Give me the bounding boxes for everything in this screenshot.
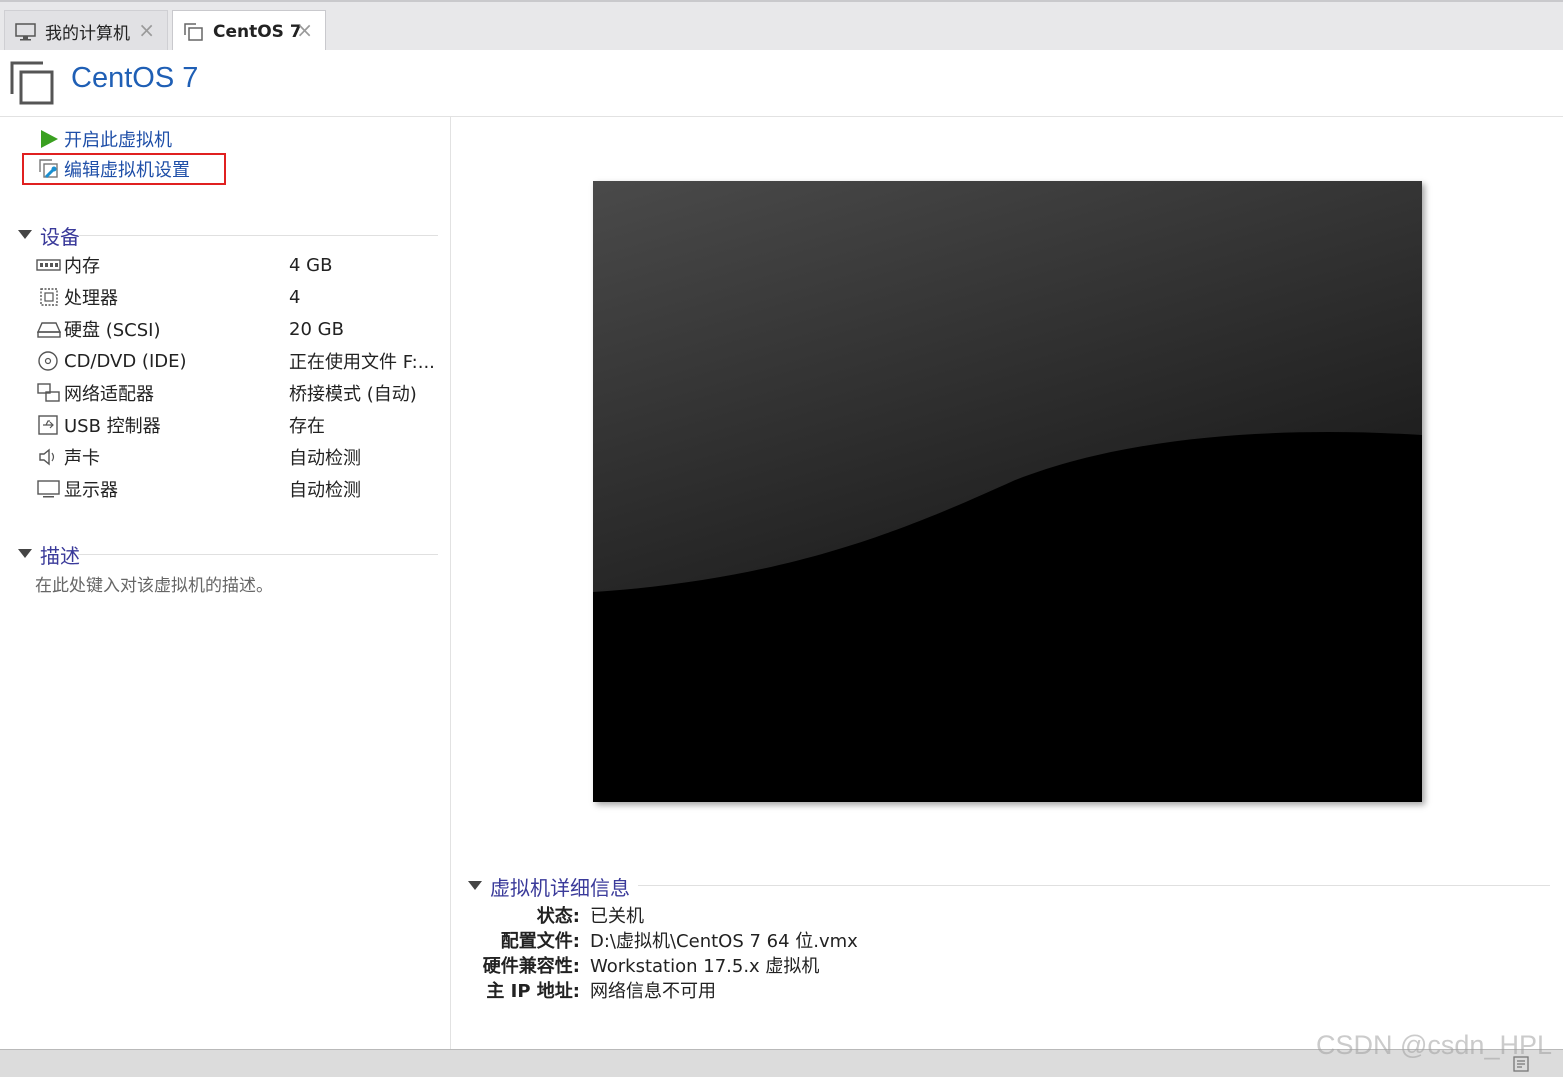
vm-preview-screen[interactable] [593,181,1422,802]
device-name: 声卡 [64,448,100,469]
vm-icon [183,22,205,42]
edit-settings-button[interactable]: 编辑虚拟机设置 [38,156,190,182]
harddisk-icon [36,318,62,340]
divider [78,235,438,236]
divider [78,554,438,555]
detail-row-config: 配置文件: D:\虚拟机\CentOS 7 64 位.vmx [468,927,1468,952]
device-value: 自动检测 [289,480,361,501]
device-value: 20 GB [289,318,344,340]
monitor-icon [15,22,37,42]
page-title: CentOS 7 [71,62,199,94]
device-name: 网络适配器 [64,384,154,405]
device-name: 内存 [64,256,100,277]
device-row-sound[interactable]: 声卡 自动检测 [36,443,436,471]
device-name: 硬盘 (SCSI) [64,320,161,341]
divider [638,885,1550,886]
power-on-button[interactable]: 开启此虚拟机 [38,126,172,152]
power-on-label: 开启此虚拟机 [64,130,172,151]
device-value: 自动检测 [289,448,361,469]
memory-icon [36,254,62,276]
collapse-triangle-icon[interactable] [18,549,32,558]
usb-icon [36,414,62,436]
device-value: 正在使用文件 F:... [289,352,435,373]
detail-row-compat: 硬件兼容性: Workstation 17.5.x 虚拟机 [468,952,1468,977]
display-icon [36,478,62,500]
detail-value: D:\虚拟机\CentOS 7 64 位.vmx [590,931,858,952]
edit-settings-label: 编辑虚拟机设置 [64,160,190,181]
device-row-memory[interactable]: 内存 4 GB [36,251,436,279]
network-icon [36,382,62,404]
close-icon[interactable]: × [138,20,155,40]
device-row-harddisk[interactable]: 硬盘 (SCSI) 20 GB [36,315,436,343]
description-section-header: 描述 [18,540,438,569]
device-value: 4 GB [289,254,333,276]
detail-row-ip: 主 IP 地址: 网络信息不可用 [468,977,1468,1002]
detail-key: 配置文件: [500,931,580,952]
device-row-display[interactable]: 显示器 自动检测 [36,475,436,503]
device-name: USB 控制器 [64,416,161,437]
device-value: 存在 [289,416,325,437]
device-row-network[interactable]: 网络适配器 桥接模式 (自动) [36,379,436,407]
device-name: 处理器 [64,288,118,309]
detail-row-state: 状态: 已关机 [468,902,1468,927]
watermark: CSDN @csdn_HPL [1316,1030,1552,1060]
device-row-cpu[interactable]: 处理器 4 [36,283,436,311]
cpu-icon [36,286,62,308]
device-value: 4 [289,286,301,308]
description-input[interactable]: 在此处键入对该虚拟机的描述。 [35,571,273,596]
detail-key: 状态: [536,906,580,927]
detail-key: 硬件兼容性: [482,956,580,977]
preview-glare [593,181,1422,802]
collapse-triangle-icon[interactable] [18,230,32,239]
detail-key: 主 IP 地址: [486,981,580,1002]
play-icon [38,128,60,150]
collapse-triangle-icon[interactable] [468,881,482,890]
detail-value: 已关机 [590,906,644,927]
speaker-icon [36,446,62,468]
device-name: CD/DVD (IDE) [64,350,187,372]
detail-value: 网络信息不可用 [590,981,716,1002]
vm-details-section-header: 虚拟机详细信息 [468,872,1550,900]
cdrom-icon [36,350,62,372]
tab-my-computer[interactable]: 我的计算机 × [4,10,168,52]
tab-label: CentOS 7 [213,21,302,42]
tab-label: 我的计算机 [45,24,130,44]
edit-settings-icon [38,158,60,180]
device-row-cdrom[interactable]: CD/DVD (IDE) 正在使用文件 F:... [36,347,436,375]
device-value: 桥接模式 (自动) [289,384,417,405]
devices-section-header: 设备 [18,221,438,250]
close-icon[interactable]: × [296,20,313,40]
device-row-usb[interactable]: USB 控制器 存在 [36,411,436,439]
vm-icon [10,60,56,106]
tab-centos7[interactable]: CentOS 7 × [172,10,326,52]
device-name: 显示器 [64,480,118,501]
detail-value: Workstation 17.5.x 虚拟机 [590,956,820,977]
vm-header: CentOS 7 [0,50,1563,117]
left-panel: 开启此虚拟机 编辑虚拟机设置 设备 内存 4 GB 处理器 4 硬盘 (SCSI… [0,117,451,1049]
section-title: 虚拟机详细信息 [490,876,630,900]
tab-bar: 我的计算机 × CentOS 7 × [0,0,1563,52]
